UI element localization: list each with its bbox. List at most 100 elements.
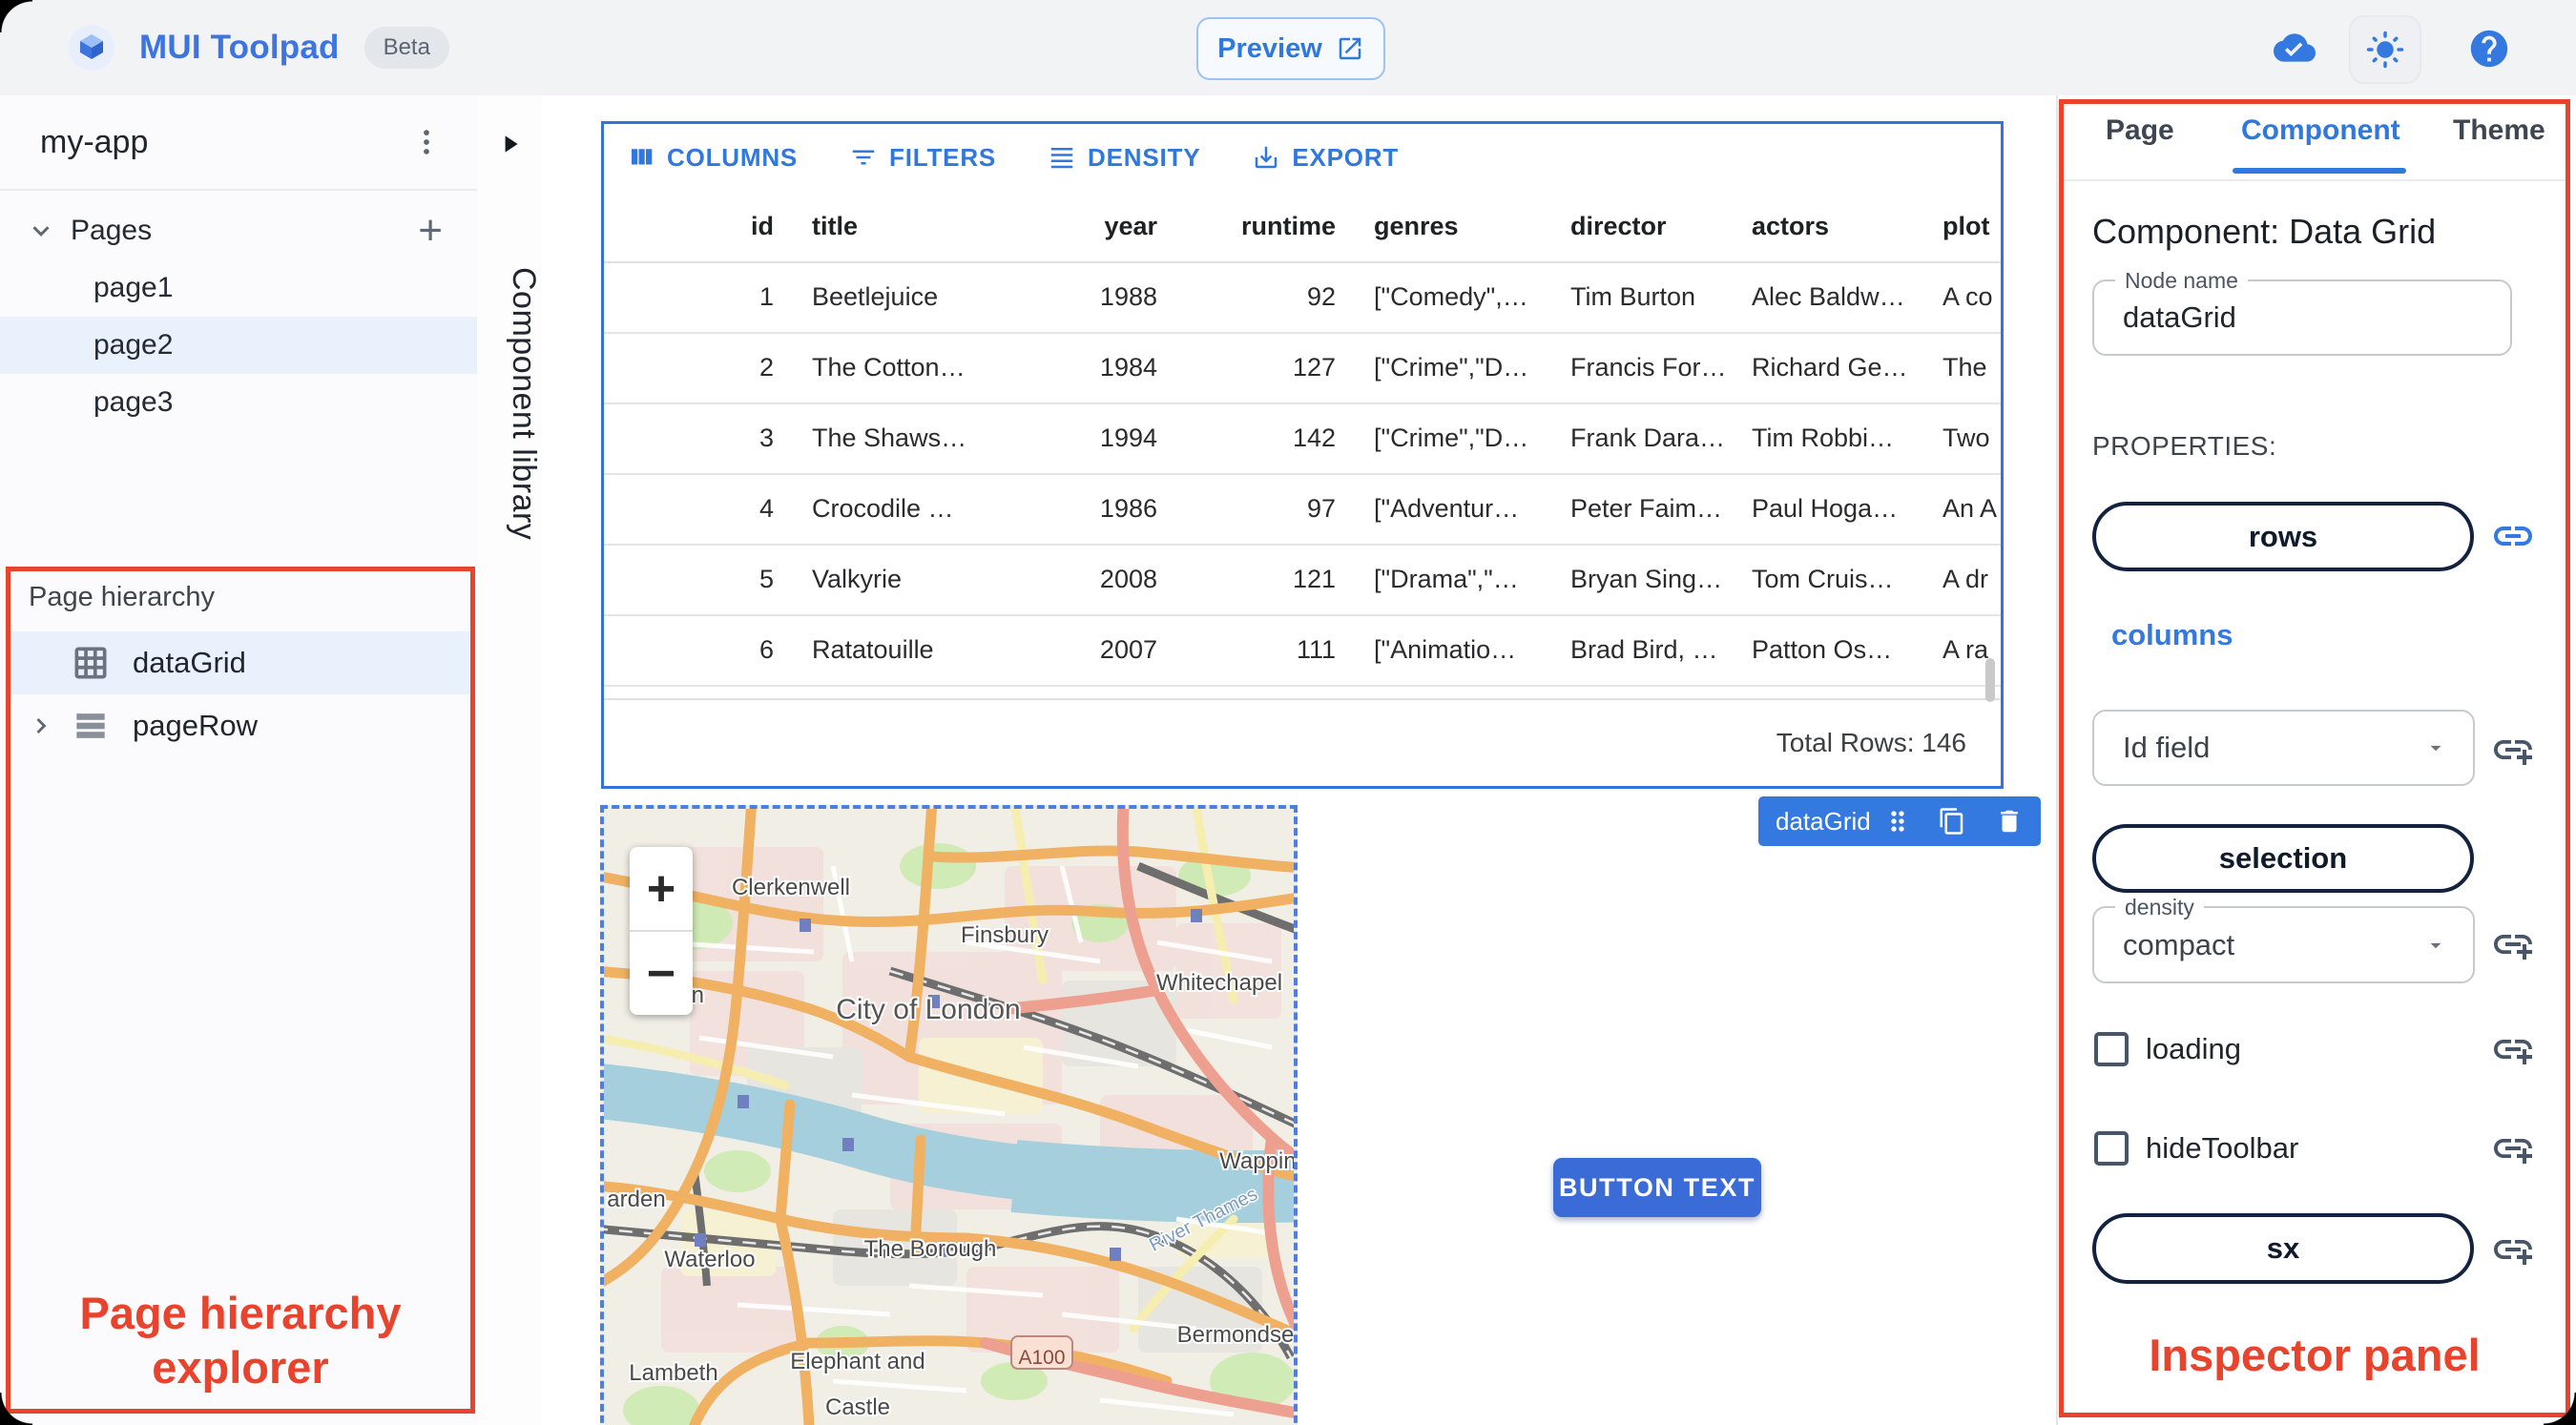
table-cell: 4 xyxy=(758,494,774,523)
duplicate-component-icon[interactable] xyxy=(1938,807,1966,836)
pages-section-label: Pages xyxy=(71,215,153,246)
light-mode-icon xyxy=(2365,30,2405,70)
filters-button[interactable]: FILTERS xyxy=(849,143,996,173)
sidebar-item-page2[interactable]: page2 xyxy=(0,317,477,374)
datagrid-component[interactable]: COLUMNS FILTERS DENSITY EXPORT id title … xyxy=(601,121,2004,789)
bound-link-icon[interactable] xyxy=(2490,513,2536,559)
rows-property-button[interactable]: rows xyxy=(2092,502,2474,571)
table-row[interactable]: 6 Ratatouille 2007 111 ["Animatio… Brad … xyxy=(604,616,2001,687)
page-item-label: page1 xyxy=(93,272,174,303)
density-label: density xyxy=(2115,895,2204,920)
tab-theme[interactable]: Theme xyxy=(2453,114,2545,147)
table-cell: 2008 xyxy=(1099,565,1157,593)
dropdown-caret-icon xyxy=(2423,735,2448,760)
drag-handle-icon[interactable] xyxy=(1882,806,1913,836)
table-cell: 2007 xyxy=(1099,635,1157,664)
node-name-input[interactable] xyxy=(2094,299,2479,336)
table-cell: Crocodile … xyxy=(812,494,954,523)
zoom-in-button[interactable]: + xyxy=(630,847,693,932)
map-label: Wapping xyxy=(1219,1148,1298,1174)
add-page-icon[interactable]: + xyxy=(418,210,443,252)
column-header[interactable]: director xyxy=(1551,191,1733,261)
add-binding-icon[interactable] xyxy=(2490,1227,2536,1272)
table-row[interactable]: 3 The Shaws… 1994 142 ["Crime","D… Frank… xyxy=(604,404,2001,475)
columns-property-link[interactable]: columns xyxy=(2111,618,2233,652)
row-layout-icon xyxy=(70,705,112,747)
column-header[interactable]: actors xyxy=(1733,191,1923,261)
add-binding-icon[interactable] xyxy=(2490,727,2536,773)
project-name: my-app xyxy=(40,123,149,160)
hierarchy-item-pagerow[interactable]: pageRow xyxy=(10,694,470,757)
page-item-label: page3 xyxy=(93,386,174,418)
table-cell: Alec Baldw… xyxy=(1752,282,1905,311)
deploy-status-button[interactable] xyxy=(2269,25,2320,71)
delete-component-icon[interactable] xyxy=(1995,807,2024,836)
hide-toolbar-checkbox[interactable] xyxy=(2094,1131,2129,1166)
map-label: Waterloo xyxy=(664,1247,755,1272)
chevron-right-icon[interactable] xyxy=(28,712,54,739)
columns-button-label: COLUMNS xyxy=(667,142,799,172)
table-cell: 1986 xyxy=(1099,494,1157,523)
table-cell: Francis For… xyxy=(1570,353,1727,382)
theme-toggle-button[interactable] xyxy=(2349,15,2421,84)
project-row: my-app xyxy=(0,95,477,191)
properties-label: PROPERTIES: xyxy=(2092,431,2277,461)
column-header[interactable]: id xyxy=(604,191,793,261)
screen-corner xyxy=(0,0,32,32)
id-field-value: Id field xyxy=(2123,731,2211,764)
table-cell: 1984 xyxy=(1099,353,1157,382)
density-value: compact xyxy=(2123,927,2235,961)
tab-page[interactable]: Page xyxy=(2106,114,2174,147)
map-image: Clerkenwell Finsbury born Whitechapel Ci… xyxy=(604,809,1298,1425)
expand-library-arrow-icon[interactable] xyxy=(498,132,523,156)
table-cell: 92 xyxy=(1306,282,1336,311)
add-binding-icon[interactable] xyxy=(2490,1126,2536,1171)
column-header[interactable]: genres xyxy=(1355,191,1551,261)
datagrid-footer: Total Rows: 146 xyxy=(604,698,2001,786)
table-cell: Richard Ge… xyxy=(1752,353,1908,382)
table-row[interactable]: 2 The Cotton… 1984 127 ["Crime","D… Fran… xyxy=(604,334,2001,404)
loading-checkbox[interactable] xyxy=(2094,1032,2129,1066)
preview-button-label: Preview xyxy=(1217,32,1322,64)
scrollbar-thumb[interactable] xyxy=(1985,658,1995,702)
table-row[interactable]: 4 Crocodile … 1986 97 ["Adventur… Peter … xyxy=(604,475,2001,546)
add-binding-icon[interactable] xyxy=(2490,921,2536,967)
zoom-out-button[interactable]: − xyxy=(630,932,693,1015)
add-binding-icon[interactable] xyxy=(2490,1026,2536,1072)
dropdown-caret-icon xyxy=(2423,933,2448,958)
density-button[interactable]: DENSITY xyxy=(1048,143,1200,173)
table-cell: ["Comedy",… xyxy=(1374,282,1528,311)
columns-button[interactable]: COLUMNS xyxy=(627,143,798,173)
column-header[interactable]: runtime xyxy=(1176,191,1355,261)
table-cell: ["Animatio… xyxy=(1374,635,1517,664)
tab-component[interactable]: Component xyxy=(2241,114,2400,147)
map-component[interactable]: Clerkenwell Finsbury born Whitechapel Ci… xyxy=(600,805,1298,1425)
table-row[interactable]: 1 Beetlejuice 1988 92 ["Comedy",… Tim Bu… xyxy=(604,263,2001,334)
button-component[interactable]: BUTTON TEXT xyxy=(1553,1158,1761,1217)
sidebar-item-page1[interactable]: page1 xyxy=(0,259,477,317)
filter-list-icon xyxy=(849,143,878,172)
map-label: Bermondse xyxy=(1177,1322,1295,1348)
preview-button[interactable]: Preview xyxy=(1196,17,1385,80)
table-cell: 1 xyxy=(758,282,774,311)
selection-property-button[interactable]: selection xyxy=(2092,824,2474,893)
open-in-new-icon xyxy=(1336,34,1364,63)
inspector-heading: Component: Data Grid xyxy=(2092,212,2437,251)
chevron-down-icon xyxy=(27,217,55,245)
table-cell: Frank Dara… xyxy=(1570,423,1726,452)
column-header[interactable]: year xyxy=(1003,191,1176,261)
help-button[interactable] xyxy=(2467,27,2511,71)
datagrid-toolbar: COLUMNS FILTERS DENSITY EXPORT xyxy=(604,124,2001,191)
map-zoom-control: + − xyxy=(630,847,693,1015)
export-button[interactable]: EXPORT xyxy=(1252,143,1399,173)
project-menu-kebab-icon[interactable] xyxy=(410,126,443,158)
sidebar-item-page3[interactable]: page3 xyxy=(0,374,477,431)
sx-property-button[interactable]: sx xyxy=(2092,1213,2474,1284)
table-cell: A co xyxy=(1942,282,1993,311)
table-row[interactable]: 5 Valkyrie 2008 121 ["Drama","… Bryan Si… xyxy=(604,546,2001,616)
hierarchy-item-datagrid[interactable]: dataGrid xyxy=(10,631,470,694)
column-header[interactable]: plot xyxy=(1923,191,2001,261)
column-header[interactable]: title xyxy=(793,191,1003,261)
sidebar-section-pages[interactable]: Pages + xyxy=(0,202,477,259)
id-field-select[interactable]: Id field xyxy=(2092,710,2475,786)
